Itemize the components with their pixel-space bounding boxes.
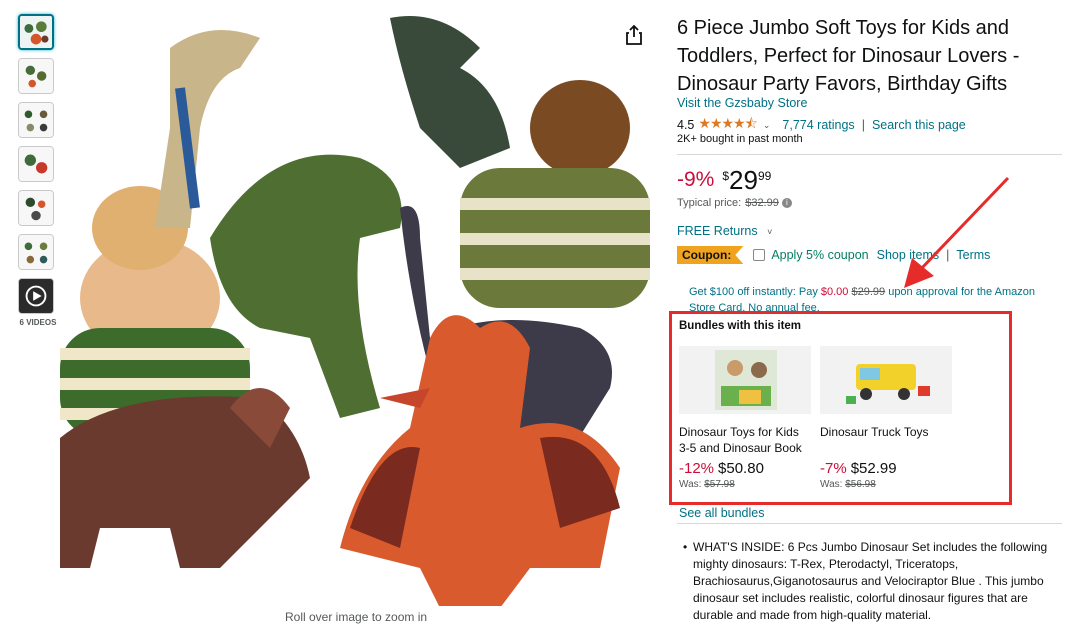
video-count-label: 6 VIDEOS [19,318,57,327]
feature-bullet: WHAT'S INSIDE: 6 Pcs Jumbo Dinosaur Set … [683,539,1063,624]
coupon-terms-link[interactable]: Terms [956,248,990,262]
store-card-offer[interactable]: Get $100 off instantly: Pay $0.00 $29.99… [689,284,1049,312]
bundle-price-value: $52.99 [850,460,897,477]
coupon-badge: Coupon: [677,246,744,264]
bundle-name[interactable]: Dinosaur Truck Toys [820,424,952,456]
coupon-checkbox[interactable] [753,249,766,261]
typical-price-value: $32.99 [745,197,779,209]
typical-price-label: Typical price: [677,197,742,209]
search-page-link[interactable]: Search this page [872,118,966,132]
annotation-arrow-icon [904,176,1010,288]
share-icon[interactable] [624,24,644,46]
price-block: -9% $ 29 99 [677,166,771,194]
apply-coupon-label[interactable]: Apply 5% coupon [771,248,868,262]
see-all-bundles-link[interactable]: See all bundles [679,506,764,520]
bundle-price: -7% $52.99 [820,460,952,477]
thumbnail-4[interactable] [18,146,54,182]
zoom-hint: Roll over image to zoom in [285,610,428,624]
bundle-image[interactable] [820,346,952,414]
chevron-down-icon[interactable]: ˅ [767,227,772,237]
thumbnail-6[interactable] [18,234,54,270]
price-fraction: 99 [757,169,772,183]
bundle-was-price: Was: $56.98 [820,479,952,490]
feature-bullets: WHAT'S INSIDE: 6 Pcs Jumbo Dinosaur Set … [683,539,1063,624]
video-thumbnail[interactable] [18,278,54,314]
offer-strike-price: $29.99 [851,286,886,298]
price-whole: 29 [729,165,758,195]
thumbnail-5[interactable] [18,190,54,226]
bundle-name[interactable]: Dinosaur Toys for Kids 3-5 and Dinosaur … [679,424,811,456]
divider [677,523,1062,524]
bundle-card[interactable]: Dinosaur Truck Toys -7% $52.99 Was: $56.9… [820,346,952,490]
chevron-down-icon[interactable]: ⌄ [763,120,771,131]
bundle-discount: -12% [679,460,715,477]
separator: | [946,248,950,262]
play-icon [19,279,53,313]
bundles-title: Bundles with this item [679,320,802,332]
bought-in-past-month: 2K+ bought in past month [677,133,803,145]
main-product-image[interactable] [60,8,660,606]
product-title: 6 Piece Jumbo Soft Toys for Kids and Tod… [677,17,1020,95]
thumbnail-3[interactable] [18,102,54,138]
free-returns[interactable]: FREE Returns ˅ [677,224,772,238]
shop-items-link[interactable]: Shop items [877,248,940,262]
typical-price: Typical price: $32.99 i [677,197,792,209]
bundle-discount: -7% [820,460,847,477]
bundle-card[interactable]: Dinosaur Toys for Kids 3-5 and Dinosaur … [679,346,811,490]
was-value: $57.98 [704,479,735,490]
offer-pay-amount: $0.00 [820,286,849,298]
coupon-row: Coupon: Apply 5% coupon Shop items | Ter… [677,246,990,264]
bundle-image[interactable] [679,346,811,414]
rating-value: 4.5 [677,118,695,132]
price-currency: $ [722,169,730,183]
ratings-count-link[interactable]: 7,774 ratings [782,118,854,132]
separator: | [861,118,865,132]
bundle-price-value: $50.80 [718,460,764,477]
info-icon[interactable]: i [781,198,792,208]
bundle-price: -12% $50.80 [679,460,811,477]
free-returns-link[interactable]: FREE Returns [677,224,758,238]
divider [677,154,1062,155]
store-link[interactable]: Visit the Gzsbaby Store [677,96,807,110]
image-thumbnail-strip: 6 VIDEOS [18,14,58,327]
was-label: Was: [820,479,843,490]
bundles-section: Bundles with this item Dinosaur Toys for… [669,311,1012,505]
offer-text: Get $100 off instantly: Pay [689,286,821,298]
was-label: Was: [679,479,702,490]
thumbnail-1[interactable] [18,14,54,50]
discount-percent: -9% [677,168,715,191]
was-value: $56.98 [845,479,876,490]
thumbnail-2[interactable] [18,58,54,94]
dinosaur-toys-photo [60,8,660,606]
bundle-was-price: Was: $57.98 [679,479,811,490]
